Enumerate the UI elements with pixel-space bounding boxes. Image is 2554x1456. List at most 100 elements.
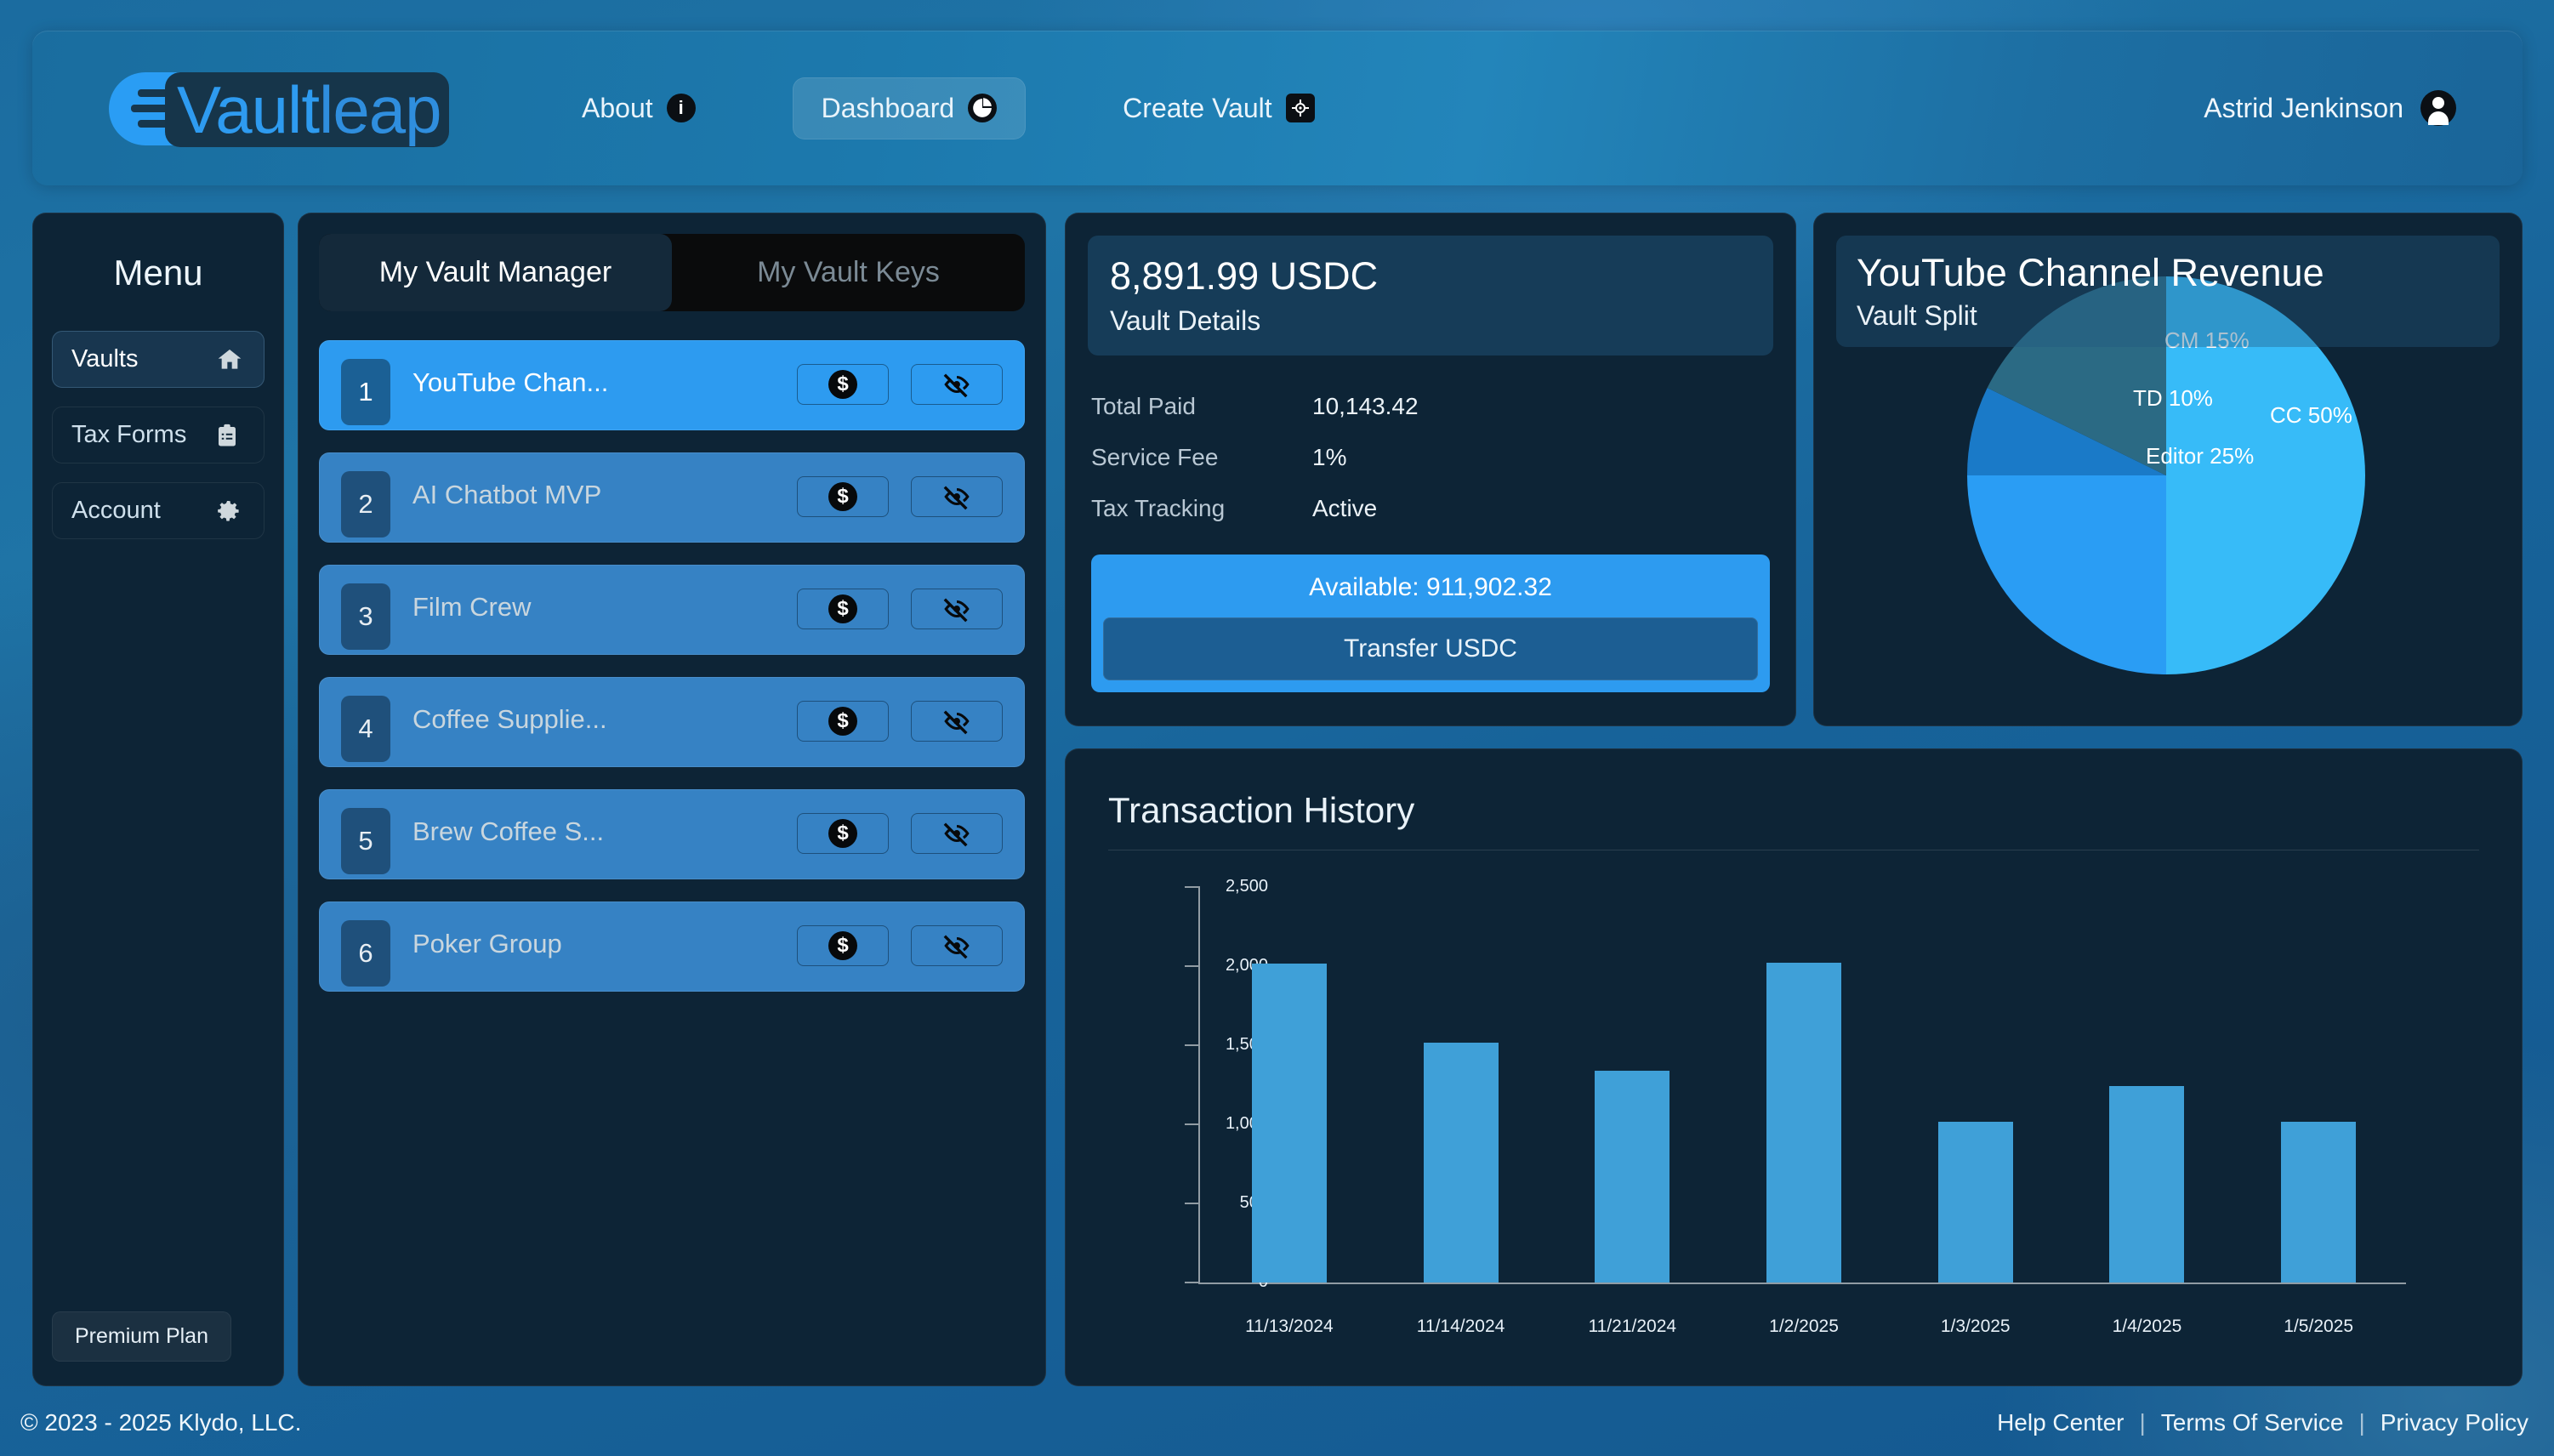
vault-pay-button[interactable]: $ bbox=[797, 476, 889, 517]
x-tick-label: 11/14/2024 bbox=[1416, 1317, 1505, 1336]
pie-slice-td bbox=[1966, 388, 2166, 475]
user-name: Astrid Jenkinson bbox=[2204, 92, 2403, 123]
list-item: Total Paid 10,143.42 bbox=[1091, 393, 1770, 420]
dollar-coin-icon: $ bbox=[828, 707, 857, 736]
nav-create-vault-label: Create Vault bbox=[1123, 92, 1272, 123]
footer-link-privacy[interactable]: Privacy Policy bbox=[2381, 1409, 2528, 1436]
sidebar-item-account[interactable]: Account bbox=[52, 482, 265, 539]
user-avatar-icon bbox=[2420, 90, 2456, 126]
transfer-usdc-button[interactable]: Transfer USDC bbox=[1103, 617, 1758, 680]
footer-link-terms[interactable]: Terms Of Service bbox=[2161, 1409, 2344, 1436]
vault-pay-button[interactable]: $ bbox=[797, 589, 889, 629]
table-row[interactable]: 1 YouTube Chan... $ bbox=[319, 340, 1025, 430]
vault-pay-button[interactable]: $ bbox=[797, 364, 889, 405]
vault-row-number: 2 bbox=[341, 471, 390, 537]
logo-text-secondary: leap bbox=[319, 72, 441, 147]
vault-row-name: Brew Coffee S... bbox=[412, 816, 605, 846]
bar-slot bbox=[1718, 886, 1890, 1283]
vault-row-number: 1 bbox=[341, 359, 390, 425]
pie-chart-subtitle: Vault Split bbox=[1857, 300, 1977, 331]
footer-links: Help Center | Terms Of Service | Privacy… bbox=[1997, 1409, 2528, 1436]
eye-off-icon bbox=[943, 935, 970, 959]
gear-icon bbox=[214, 498, 245, 525]
bar-item bbox=[2281, 1122, 2357, 1283]
vault-icon bbox=[1285, 94, 1315, 122]
vault-hide-button[interactable] bbox=[911, 476, 1003, 517]
eye-off-icon bbox=[943, 486, 970, 510]
vault-row-number: 6 bbox=[341, 920, 390, 987]
logo-text: Vaultleap bbox=[177, 67, 441, 152]
app-logo[interactable]: Vaultleap bbox=[73, 57, 541, 159]
clipboard-icon bbox=[214, 422, 245, 449]
vault-hide-button[interactable] bbox=[911, 589, 1003, 629]
sidebar-item-vaults[interactable]: Vaults bbox=[52, 331, 265, 388]
vault-row-name: Poker Group bbox=[412, 929, 562, 958]
table-row[interactable]: 5 Brew Coffee S... $ bbox=[319, 789, 1025, 879]
sidebar-item-account-label: Account bbox=[71, 497, 161, 524]
nav-item-dashboard[interactable]: Dashboard bbox=[792, 77, 1027, 139]
tab-my-vault-manager[interactable]: My Vault Manager bbox=[319, 234, 672, 311]
bar-slot bbox=[2062, 886, 2233, 1283]
detail-value: 1% bbox=[1312, 444, 1347, 470]
vault-details-list: Total Paid 10,143.42 Service Fee 1% Tax … bbox=[1091, 393, 1770, 522]
detail-value: 10,143.42 bbox=[1312, 393, 1419, 419]
footer-separator: | bbox=[2358, 1409, 2365, 1436]
detail-key: Tax Tracking bbox=[1091, 495, 1226, 521]
sidebar-item-vaults-label: Vaults bbox=[71, 345, 139, 373]
bar-item bbox=[1595, 1070, 1670, 1283]
premium-plan-badge[interactable]: Premium Plan bbox=[52, 1311, 231, 1362]
status-badge: Active bbox=[1312, 495, 1378, 521]
copyright-text: © 2023 - 2025 Klydo, LLC. bbox=[20, 1409, 302, 1436]
eye-off-icon bbox=[943, 373, 970, 398]
bar-item bbox=[1251, 963, 1327, 1283]
nav-about-label: About bbox=[582, 92, 653, 123]
dollar-coin-icon: $ bbox=[828, 482, 857, 511]
list-item: Tax Tracking Active bbox=[1091, 495, 1770, 522]
vault-balance-amount: 8,891.99 USDC bbox=[1110, 254, 1379, 298]
nav-item-create-vault[interactable]: Create Vault bbox=[1094, 77, 1344, 139]
bar-series bbox=[1203, 886, 2404, 1283]
tab-my-vault-keys[interactable]: My Vault Keys bbox=[672, 234, 1025, 311]
main-nav: About i Dashboard Create Vault bbox=[553, 77, 1344, 139]
vault-split-panel: CC 50% Editor 25% TD 10% CM 15% YouTube … bbox=[1813, 213, 2523, 726]
bar-slot bbox=[1203, 886, 1375, 1283]
sidebar-item-tax-forms[interactable]: Tax Forms bbox=[52, 407, 265, 464]
bar-slot bbox=[1890, 886, 2062, 1283]
page-footer: © 2023 - 2025 Klydo, LLC. Help Center | … bbox=[0, 1398, 2554, 1447]
table-row[interactable]: 4 Coffee Supplie... $ bbox=[319, 677, 1025, 767]
footer-link-help-center[interactable]: Help Center bbox=[1997, 1409, 2124, 1436]
nav-item-about[interactable]: About i bbox=[553, 77, 725, 139]
x-tick-label: 1/2/2025 bbox=[1769, 1317, 1839, 1336]
x-tick-label: 1/3/2025 bbox=[1940, 1317, 2011, 1336]
table-row[interactable]: 2 AI Chatbot MVP $ bbox=[319, 452, 1025, 543]
vault-pay-button[interactable]: $ bbox=[797, 701, 889, 742]
available-balance-box: Available: 911,902.32 Transfer USDC bbox=[1091, 555, 1770, 692]
vault-hide-button[interactable] bbox=[911, 364, 1003, 405]
footer-separator: | bbox=[2139, 1409, 2146, 1436]
vault-pay-button[interactable]: $ bbox=[797, 813, 889, 854]
pie-label-editor: Editor 25% bbox=[2146, 443, 2255, 469]
dollar-coin-icon: $ bbox=[828, 594, 857, 623]
y-axis-line bbox=[1198, 886, 1200, 1283]
vault-row-name: Coffee Supplie... bbox=[412, 704, 607, 734]
user-menu[interactable]: Astrid Jenkinson bbox=[2183, 77, 2477, 139]
transaction-history-panel: Transaction History 0 500 1,000 1,500 2,… bbox=[1065, 748, 2523, 1386]
table-row[interactable]: 3 Film Crew $ bbox=[319, 565, 1025, 655]
vault-split-header: YouTube Channel Revenue Vault Split bbox=[1836, 236, 2500, 347]
detail-key: Total Paid bbox=[1091, 393, 1196, 419]
vault-hide-button[interactable] bbox=[911, 701, 1003, 742]
x-tick-label: 1/4/2025 bbox=[2112, 1317, 2182, 1336]
vault-list: 1 YouTube Chan... $ 2 AI Chatbot MVP $ 3… bbox=[319, 340, 1025, 992]
bar-item bbox=[1766, 962, 1842, 1283]
vault-pay-button[interactable]: $ bbox=[797, 925, 889, 966]
x-tick-label: 11/13/2024 bbox=[1245, 1317, 1334, 1336]
vault-row-number: 5 bbox=[341, 808, 390, 874]
vault-tabs: My Vault Manager My Vault Keys bbox=[319, 234, 1025, 311]
vault-row-name: AI Chatbot MVP bbox=[412, 480, 602, 509]
table-row[interactable]: 6 Poker Group $ bbox=[319, 901, 1025, 992]
x-axis-labels: 11/13/2024 11/14/2024 11/21/2024 1/2/202… bbox=[1203, 1317, 2404, 1337]
vault-hide-button[interactable] bbox=[911, 813, 1003, 854]
dollar-coin-icon: $ bbox=[828, 819, 857, 848]
nav-dashboard-label: Dashboard bbox=[821, 92, 955, 123]
vault-hide-button[interactable] bbox=[911, 925, 1003, 966]
